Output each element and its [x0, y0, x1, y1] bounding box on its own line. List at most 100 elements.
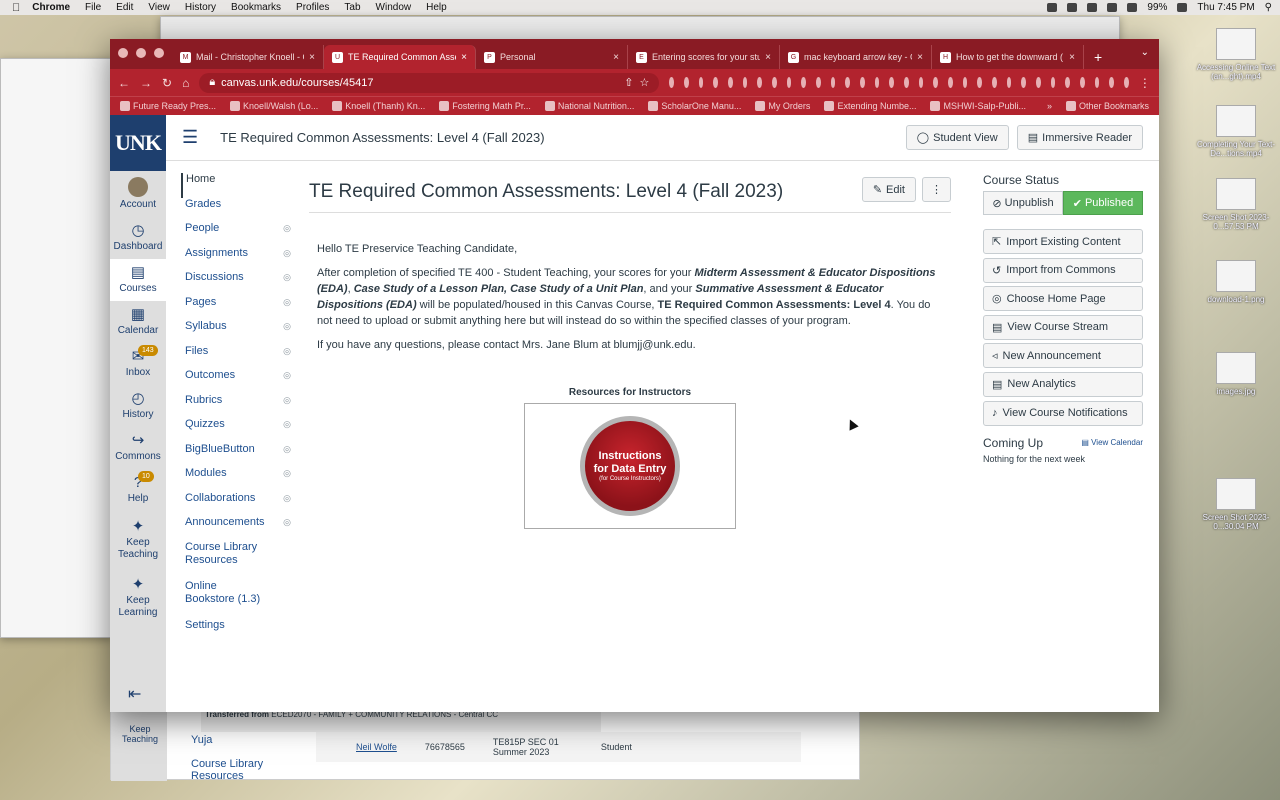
bookmark-item[interactable]: Fostering Math Pr...	[439, 101, 531, 111]
tray-icon[interactable]	[1087, 3, 1098, 12]
desktop-file[interactable]: images.jpg	[1196, 352, 1276, 396]
bookmark-item[interactable]: MSHWI-Salp-Publi...	[930, 101, 1026, 111]
extension-icon[interactable]	[1094, 77, 1100, 88]
bookmark-item[interactable]: ScholarOne Manu...	[648, 101, 741, 111]
menu-clock[interactable]: Thu 7:45 PM	[1197, 2, 1254, 13]
desktop-file[interactable]: download-1.png	[1196, 260, 1276, 304]
menu-profiles[interactable]: Profiles	[296, 2, 329, 13]
menu-tab[interactable]: Tab	[344, 2, 360, 13]
background-table-row[interactable]: Neil Wolfe 76678565 TE815P SEC 01 Summer…	[316, 732, 801, 762]
extension-icon[interactable]	[1065, 77, 1071, 88]
course-nav-announcements[interactable]: Announcements ◎	[181, 516, 291, 541]
bookmark-item[interactable]: Knoell/Walsh (Lo...	[230, 101, 318, 111]
close-tab-icon[interactable]: ×	[1069, 52, 1075, 63]
menu-bookmarks[interactable]: Bookmarks	[231, 2, 281, 13]
view-calendar-link[interactable]: ▤ View Calendar	[1081, 438, 1143, 447]
extension-icon[interactable]	[918, 77, 924, 88]
course-nav-settings[interactable]: Settings	[181, 619, 291, 644]
extension-icon[interactable]	[1006, 77, 1012, 88]
course-nav-syllabus[interactable]: Syllabus ◎	[181, 320, 291, 345]
bookmark-item[interactable]: Knoell (Thanh) Kn...	[332, 101, 425, 111]
hamburger-menu-icon[interactable]: ☰	[182, 127, 198, 148]
bookmark-item[interactable]: My Orders	[755, 101, 810, 111]
background-canvas-window[interactable]: Keep Teaching Yuja Course Library Resour…	[110, 705, 860, 782]
background-nav-item[interactable]: Keep Teaching	[115, 724, 165, 744]
extension-icon[interactable]	[1109, 77, 1115, 88]
chrome-menu-icon[interactable]: ⋮	[1139, 76, 1151, 90]
tab-canvas-course[interactable]: UTE Required Common Assess×	[324, 45, 476, 69]
extension-icon[interactable]	[757, 77, 763, 88]
hidden-eye-icon[interactable]: ◎	[283, 247, 291, 260]
wifi-icon[interactable]	[1107, 3, 1118, 12]
extension-icon[interactable]	[845, 77, 851, 88]
apple-icon[interactable]: 	[12, 2, 20, 14]
tray-icon[interactable]	[1047, 3, 1058, 12]
extension-icon[interactable]	[977, 77, 983, 88]
import-from-commons-button[interactable]: ↺ Import from Commons	[983, 257, 1143, 283]
desktop-file[interactable]: Screen Shot 2023-0...57.53 PM	[1196, 178, 1276, 231]
immersive-reader-button[interactable]: ▤ Immersive Reader	[1016, 125, 1143, 150]
extension-icon[interactable]	[683, 77, 689, 88]
url-text[interactable]: canvas.unk.edu/courses/45417	[221, 77, 373, 89]
hidden-eye-icon[interactable]: ◎	[283, 345, 291, 358]
background-window[interactable]	[0, 58, 112, 638]
hidden-eye-icon[interactable]: ◎	[283, 467, 291, 480]
background-course-nav-item[interactable]: Yuja	[191, 734, 212, 746]
menu-edit[interactable]: Edit	[116, 2, 133, 13]
view-course-stream-button[interactable]: ▤ View Course Stream	[983, 314, 1143, 340]
course-nav-collaborations[interactable]: Collaborations ◎	[181, 492, 291, 517]
extension-icon[interactable]	[742, 77, 748, 88]
minimize-window-button[interactable]	[136, 48, 146, 58]
close-window-button[interactable]	[118, 48, 128, 58]
menu-app-chrome[interactable]: Chrome	[32, 2, 70, 13]
course-nav-modules[interactable]: Modules ◎	[181, 467, 291, 492]
extension-icon[interactable]	[1124, 77, 1129, 88]
extension-icon[interactable]	[1080, 77, 1085, 88]
course-nav-online-bookstore-1-3[interactable]: Online Bookstore (1.3)	[181, 580, 291, 619]
extension-icon[interactable]	[801, 77, 807, 88]
instructions-data-entry-button[interactable]: Instructions for Data Entry (for Course …	[580, 416, 680, 516]
address-bar[interactable]: 🔒︎ canvas.unk.edu/courses/45417 ⇧ ☆	[199, 72, 660, 93]
zoom-window-button[interactable]	[154, 48, 164, 58]
close-tab-icon[interactable]: ×	[461, 52, 467, 63]
global-nav-keep-learning[interactable]: ✦ Keep Learning	[110, 569, 166, 627]
course-nav-discussions[interactable]: Discussions ◎	[181, 271, 291, 296]
extension-icon[interactable]	[728, 77, 733, 88]
extension-icon[interactable]	[772, 77, 777, 88]
course-nav-bigbluebutton[interactable]: BigBlueButton ◎	[181, 443, 291, 468]
extension-icon[interactable]	[962, 77, 968, 88]
choose-home-page-button[interactable]: ◎ Choose Home Page	[983, 286, 1143, 312]
tab-google-search[interactable]: Gmac keyboard arrow key - Go ×	[780, 45, 932, 69]
bookmarks-overflow-icon[interactable]: »	[1047, 101, 1052, 111]
bookmark-item[interactable]: National Nutrition...	[544, 101, 634, 111]
student-view-button[interactable]: ◯ Student View	[905, 125, 1009, 150]
close-tab-icon[interactable]: ×	[309, 52, 315, 63]
battery-icon[interactable]	[1177, 3, 1188, 12]
close-tab-icon[interactable]: ×	[917, 52, 923, 63]
extension-icon[interactable]	[933, 77, 939, 88]
extension-icon[interactable]	[1021, 77, 1027, 88]
hidden-eye-icon[interactable]: ◎	[283, 394, 291, 407]
course-nav-pages[interactable]: Pages ◎	[181, 296, 291, 321]
course-nav-quizzes[interactable]: Quizzes ◎	[181, 418, 291, 443]
tab-entering-scores[interactable]: E Entering scores for your stud ×	[628, 45, 780, 69]
extension-icon[interactable]	[816, 77, 821, 88]
home-icon[interactable]: ⌂	[182, 76, 189, 90]
global-nav-dashboard[interactable]: ◷ Dashboard	[110, 217, 166, 259]
extension-icon[interactable]	[830, 77, 836, 88]
course-nav-people[interactable]: People ◎	[181, 222, 291, 247]
extension-icon[interactable]	[1036, 77, 1041, 88]
tray-icon[interactable]	[1067, 3, 1078, 12]
global-nav-history[interactable]: ◴ History	[110, 385, 166, 427]
breadcrumb[interactable]: TE Required Common Assessments: Level 4 …	[220, 130, 544, 145]
other-bookmarks[interactable]: Other Bookmarks	[1065, 101, 1149, 111]
edit-button[interactable]: ✎ Edit	[861, 177, 916, 202]
forward-icon[interactable]: →	[140, 76, 152, 90]
course-nav-rubrics[interactable]: Rubrics ◎	[181, 394, 291, 419]
hidden-eye-icon[interactable]: ◎	[283, 418, 291, 431]
view-course-notifications-button[interactable]: ♪ View Course Notifications	[983, 400, 1143, 426]
new-tab-button[interactable]: +	[1084, 49, 1112, 69]
hidden-eye-icon[interactable]: ◎	[283, 369, 291, 382]
bookmark-item[interactable]: Future Ready Pres...	[120, 101, 216, 111]
extension-icon[interactable]	[713, 77, 718, 88]
